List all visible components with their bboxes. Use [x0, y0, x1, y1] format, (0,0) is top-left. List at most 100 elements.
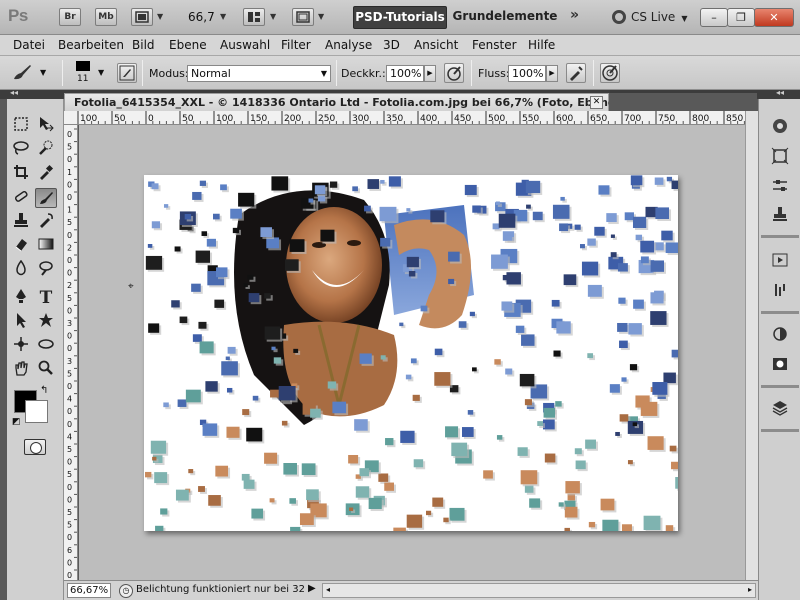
expand-icon[interactable]: ◂◂: [776, 88, 784, 97]
default-colors-icon[interactable]: ◩: [12, 417, 21, 427]
tablet-opacity-button[interactable]: [444, 63, 464, 83]
chevron-down-icon[interactable]: ▼: [157, 12, 163, 21]
pen-tool[interactable]: [10, 288, 32, 308]
chevron-down-icon[interactable]: ▼: [270, 12, 276, 21]
swap-colors-icon[interactable]: ↰: [40, 385, 48, 396]
menu-ebene[interactable]: Ebene: [169, 38, 207, 52]
airbrush-button[interactable]: [566, 63, 586, 83]
3d-rotate-tool[interactable]: [10, 336, 32, 356]
layers-panel-button[interactable]: [768, 399, 792, 421]
navigator-panel-button[interactable]: [768, 147, 792, 169]
collapse-icon[interactable]: ◂◂: [10, 88, 18, 97]
scatter-square: [354, 419, 368, 431]
workspace-psd-tutorials[interactable]: PSD-Tutorials: [353, 6, 447, 29]
3d-orbit-tool[interactable]: [35, 336, 57, 356]
more-workspaces-button[interactable]: »: [570, 7, 579, 23]
type-tool[interactable]: T: [35, 288, 57, 308]
horizontal-scrollbar[interactable]: ◂ ▸: [322, 583, 756, 598]
document-tab[interactable]: Fotolia_6415354_XXL - © 1418336 Ontario …: [64, 93, 689, 111]
document-image[interactable]: [144, 175, 678, 531]
arrange-documents-button[interactable]: [243, 8, 265, 26]
quick-selection-tool[interactable]: [35, 140, 57, 160]
hand-tool[interactable]: [10, 360, 32, 380]
history-panel-button[interactable]: [768, 281, 792, 303]
menu-datei[interactable]: Datei: [13, 38, 45, 52]
restore-button[interactable]: ❐: [727, 8, 755, 27]
color-panel-button[interactable]: [768, 117, 792, 139]
brush-panel-toggle[interactable]: [117, 63, 137, 83]
gradient-icon: [38, 238, 54, 250]
menu-bild[interactable]: Bild: [132, 38, 155, 52]
status-menu-button[interactable]: ▶: [308, 583, 316, 594]
menu-bearbeiten[interactable]: Bearbeiten: [58, 38, 124, 52]
menu-filter[interactable]: Filter: [281, 38, 311, 52]
tablet-size-button[interactable]: [600, 63, 620, 83]
zoom-tool[interactable]: [35, 360, 57, 380]
scroll-left-icon[interactable]: ◂: [326, 585, 330, 594]
vertical-scrollbar[interactable]: [745, 111, 758, 580]
bridge-button[interactable]: Br: [59, 8, 81, 26]
scatter-square: [270, 389, 280, 398]
ruler-label: 0: [67, 231, 72, 240]
chevron-down-icon[interactable]: ▼: [318, 12, 324, 21]
status-message: Belichtung funktioniert nur bei 32-Bit: [136, 584, 304, 595]
flow-slider-toggle[interactable]: ▶: [546, 65, 558, 82]
marquee-tool[interactable]: [10, 116, 32, 136]
styles-panel-button[interactable]: [768, 325, 792, 347]
tool-preset-picker[interactable]: ▼: [10, 62, 50, 84]
close-window-button[interactable]: ✕: [754, 8, 794, 27]
quick-mask-button[interactable]: [24, 439, 46, 455]
scatter-square: [177, 399, 187, 407]
dodge-tool[interactable]: [35, 260, 57, 280]
opacity-slider-toggle[interactable]: ▶: [424, 65, 436, 82]
gradient-tool[interactable]: [35, 236, 57, 256]
menu-hilfe[interactable]: Hilfe: [528, 38, 555, 52]
minimize-button[interactable]: –: [700, 8, 728, 27]
extras-button[interactable]: [131, 8, 153, 26]
crop-tool[interactable]: [10, 164, 32, 184]
menu-analyse[interactable]: Analyse: [325, 38, 372, 52]
stamp-icon: [14, 213, 28, 227]
chevron-down-icon[interactable]: ▼: [98, 68, 104, 77]
background-color-swatch[interactable]: [25, 400, 48, 423]
scatter-square: [675, 477, 678, 489]
adjustments-panel-button[interactable]: [768, 177, 792, 199]
clone-stamp-tool[interactable]: [10, 212, 32, 232]
workspace-grundelemente[interactable]: Grundelemente: [452, 6, 558, 29]
scatter-square: [163, 402, 169, 408]
move-tool[interactable]: [35, 116, 57, 136]
stamp-panel-icon: [773, 207, 787, 221]
menu-auswahl[interactable]: Auswahl: [220, 38, 270, 52]
menu-fenster[interactable]: Fenster: [472, 38, 517, 52]
path-selection-tool[interactable]: [10, 312, 32, 332]
opacity-input[interactable]: 100%: [386, 65, 424, 82]
menu-ansicht[interactable]: Ansicht: [414, 38, 458, 52]
brush-preview[interactable]: [76, 61, 90, 71]
cs-live-button[interactable]: CS Live ▼: [612, 7, 687, 27]
ruler-label: 200: [284, 114, 301, 124]
zoom-level[interactable]: 66,7: [188, 10, 215, 24]
flow-input[interactable]: 100%: [508, 65, 546, 82]
eraser-tool[interactable]: [10, 236, 32, 256]
custom-shape-tool[interactable]: [35, 312, 57, 332]
brush-tool[interactable]: [35, 188, 57, 208]
chevron-down-icon[interactable]: ▼: [220, 12, 226, 21]
eyedropper-tool[interactable]: [35, 164, 57, 184]
minibridge-button[interactable]: Mb: [95, 8, 117, 26]
lasso-tool[interactable]: [10, 140, 32, 160]
screen-mode-button[interactable]: [292, 8, 314, 26]
masks-panel-button[interactable]: [768, 205, 792, 227]
history-brush-tool[interactable]: [35, 212, 57, 232]
menu-3d[interactable]: 3D: [383, 38, 400, 52]
actions-panel-button[interactable]: [768, 251, 792, 273]
close-document-button[interactable]: ✕: [590, 96, 603, 109]
mask-panel-button[interactable]: [768, 355, 792, 377]
scatter-square: [579, 244, 585, 249]
blur-tool[interactable]: [10, 259, 32, 280]
ruler-label: 50: [182, 114, 194, 124]
zoom-input[interactable]: 66,67%: [67, 583, 111, 598]
film-icon: [135, 11, 149, 23]
mode-select[interactable]: Normal ▼: [187, 65, 331, 82]
healing-brush-tool[interactable]: [10, 188, 32, 208]
scroll-right-icon[interactable]: ▸: [748, 585, 752, 594]
